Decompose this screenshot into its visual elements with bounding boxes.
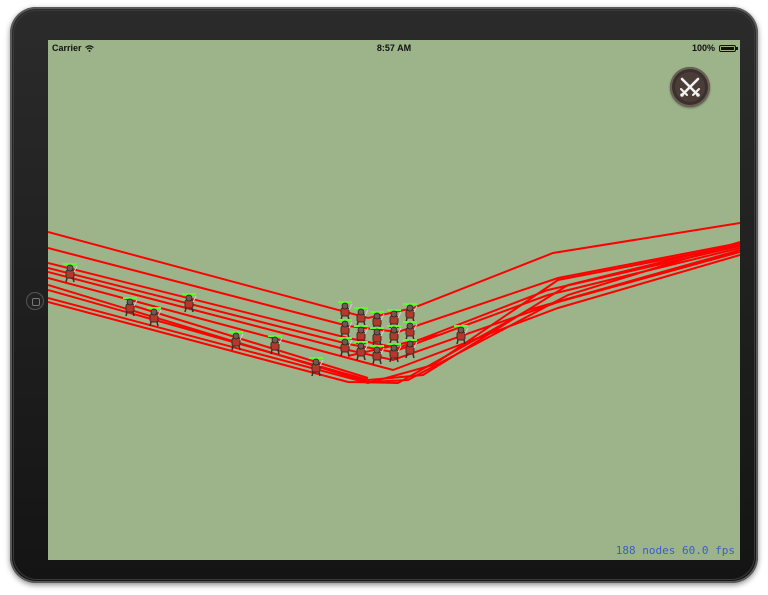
battery-icon xyxy=(719,44,738,52)
unit-paths xyxy=(48,222,740,385)
status-bar: Carrier 8:57 AM 100% xyxy=(48,40,740,56)
status-clock: 8:57 AM xyxy=(376,43,412,53)
battle-button[interactable] xyxy=(670,67,710,107)
unit-path xyxy=(127,303,369,379)
soldier-unit[interactable] xyxy=(403,303,418,323)
battery-fill xyxy=(721,46,734,50)
crossed-swords-icon xyxy=(675,72,705,102)
game-screen[interactable]: Carrier 8:57 AM 100% 188 nodes 60.0 fps xyxy=(48,40,740,560)
soldier-unit[interactable] xyxy=(387,325,402,345)
soldier-unit[interactable] xyxy=(354,341,369,361)
ipad-frame: Carrier 8:57 AM 100% 188 nodes 60.0 fps xyxy=(10,7,758,583)
soldier-unit[interactable] xyxy=(338,337,353,357)
battery-percent: 100% xyxy=(691,43,715,53)
battery-indicator: 100% xyxy=(691,43,738,53)
debug-stats: 188 nodes 60.0 fps xyxy=(615,544,735,557)
battlefield[interactable] xyxy=(48,40,740,560)
home-button[interactable] xyxy=(26,292,44,310)
